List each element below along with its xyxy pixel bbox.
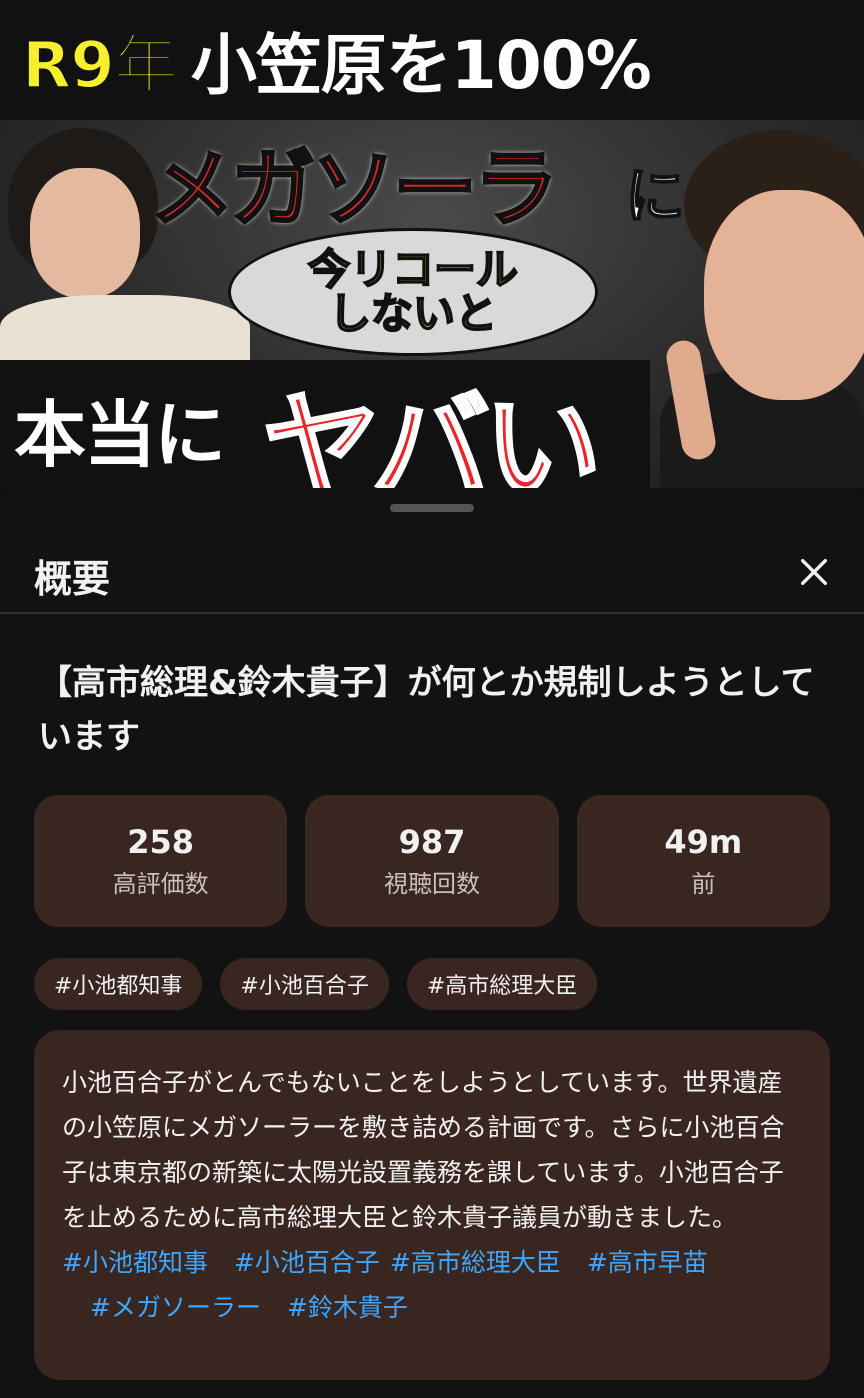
hashtag-link[interactable]: #小池百合子 <box>234 1248 380 1277</box>
tag-chip[interactable]: #小池都知事 <box>34 958 203 1010</box>
tag-chips: #小池都知事 #小池百合子 #高市総理大臣 <box>34 958 598 1010</box>
stats-row: 258 高評価数 987 視聴回数 49m 前 <box>34 795 830 927</box>
stat-published: 49m 前 <box>576 795 830 927</box>
tag-chip[interactable]: #小池百合子 <box>220 958 389 1010</box>
drag-handle[interactable] <box>390 504 474 512</box>
hashtag-link[interactable]: #鈴木貴子 <box>287 1293 408 1322</box>
stat-label: 視聴回数 <box>383 870 480 898</box>
hashtag-link[interactable]: #高市早苗 <box>587 1248 708 1277</box>
stat-likes: 258 高評価数 <box>34 795 288 927</box>
description-box: 小池百合子がとんでもないことをしようとしています。世界遺産の小笠原にメガソーラー… <box>34 1030 830 1380</box>
sheet-header: 概要 <box>0 528 864 614</box>
hashtag-link[interactable]: #メガソーラー <box>90 1293 261 1322</box>
close-icon <box>800 558 828 586</box>
thumbnail-line3-white: 本当に <box>14 393 226 477</box>
thumbnail-recall-bubble: 今リコール しないと <box>228 228 598 356</box>
thumbnail-line3-red: ヤバい <box>261 378 604 489</box>
stat-value: 987 <box>398 823 466 861</box>
stat-value: 258 <box>127 823 195 861</box>
thumbnail-megasolar-text: メガソーラ <box>148 139 559 240</box>
stat-label: 高評価数 <box>112 870 209 898</box>
thumbnail-year: R9年 <box>21 28 179 104</box>
thumbnail-person-right <box>660 120 864 488</box>
thumbnail-line1-text: 小笠原を100% <box>190 27 652 104</box>
hashtag-link[interactable]: #高市総理大臣 <box>390 1248 561 1277</box>
video-title: 【高市総理&鈴木貴子】が何とか規制しようとしています <box>38 663 815 757</box>
close-button[interactable] <box>784 542 844 602</box>
description-hashtags: #小池都知事 #小池百合子 #高市総理大臣 #高市早苗 #メガソーラー #鈴木貴子 <box>62 1240 802 1330</box>
thumbnail-line2-suffix: に <box>624 161 686 233</box>
thumbnail-headline-1: R9年 小笠原を100% <box>21 8 652 112</box>
sheet-title: 概要 <box>34 557 111 601</box>
description-text: 小池百合子がとんでもないことをしようとしています。世界遺産の小笠原にメガソーラー… <box>62 1068 785 1232</box>
description-sheet: 概要 【高市総理&鈴木貴子】が何とか規制しようとしています 258 高評価数 9… <box>0 488 864 1398</box>
bubble-line-1: 今リコール <box>307 244 519 294</box>
video-thumbnail[interactable]: R9年 小笠原を100% メガソーラ に 今リコール しないと 本当に ヤバい <box>0 0 864 488</box>
stat-label: 前 <box>691 870 716 898</box>
bubble-line-2: しないと <box>328 289 498 338</box>
stat-value: 49m <box>664 823 743 861</box>
stat-views: 987 視聴回数 <box>305 795 559 927</box>
tag-chip[interactable]: #高市総理大臣 <box>406 958 598 1010</box>
hashtag-link[interactable]: #小池都知事 <box>62 1248 208 1277</box>
